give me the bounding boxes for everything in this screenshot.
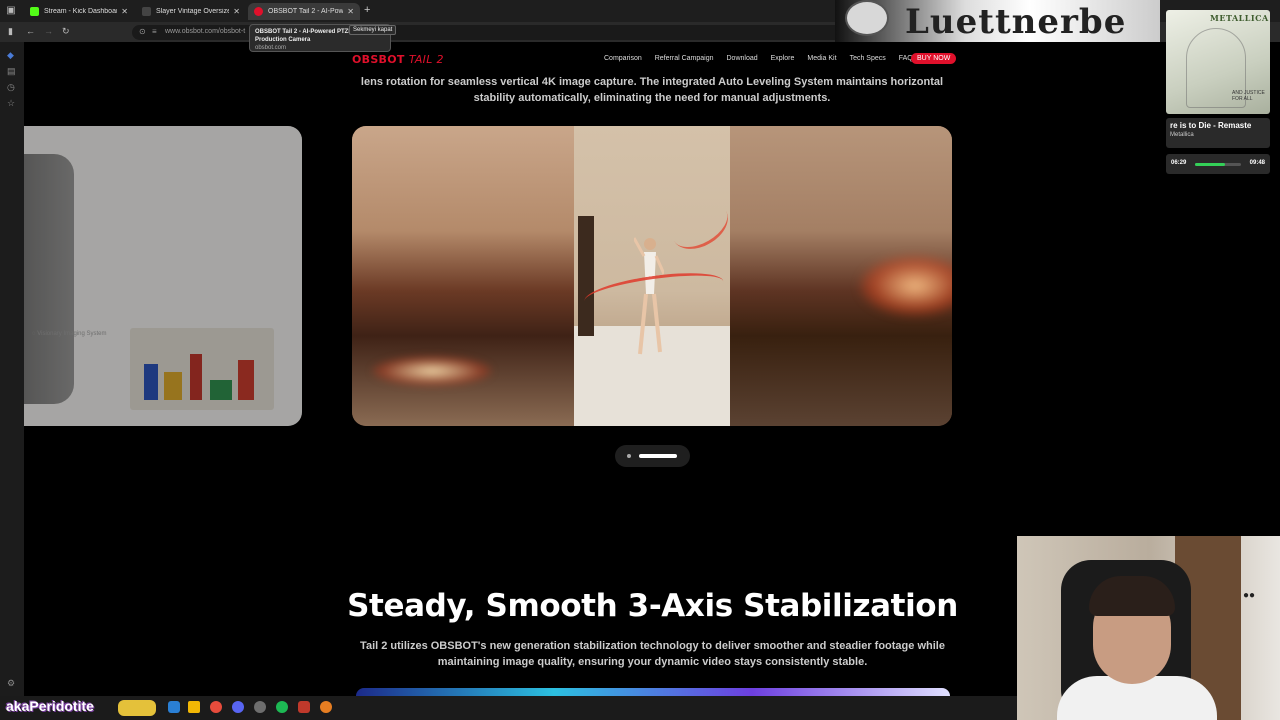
feature-intro-text: lens rotation for seamless vertical 4K i… bbox=[360, 76, 944, 104]
shop-favicon-icon bbox=[142, 7, 151, 16]
blurred-background-left bbox=[352, 126, 574, 426]
tab-slayer[interactable]: Slayer Vintage Oversize Siyah A ✕ bbox=[136, 3, 246, 20]
eyes-decoration-icon: ●● bbox=[1243, 590, 1256, 601]
favorites-icon[interactable]: ☆ bbox=[7, 98, 15, 109]
section-description: Tail 2 utilizes OBSBOT's new generation … bbox=[360, 640, 945, 668]
carousel-slide-active[interactable] bbox=[352, 126, 952, 426]
stream-banner-overlay: Luettnerbe bbox=[835, 0, 1160, 42]
inactive-overlay bbox=[24, 126, 302, 426]
artist-name: Metallica bbox=[1170, 132, 1194, 138]
history-icon[interactable]: ◷ bbox=[7, 82, 15, 93]
gear-icon[interactable]: ⚙ bbox=[7, 678, 15, 689]
sidebar-toggle-icon[interactable]: ▮ bbox=[8, 26, 13, 37]
firefox-icon[interactable] bbox=[320, 701, 332, 713]
buy-now-button[interactable]: BUY NOW bbox=[911, 53, 957, 64]
spotify-icon[interactable] bbox=[276, 701, 288, 713]
browser-sidebar: ◆ ▤ ◷ ☆ ⚙ bbox=[0, 42, 24, 696]
elapsed-time: 06:29 bbox=[1171, 160, 1187, 166]
obsbot-favicon-icon bbox=[254, 7, 263, 16]
obsbot-logo[interactable]: OBSBOT TAIL 2 bbox=[352, 53, 444, 66]
tab-title: OBSBOT Tail 2 - AI-Powered P bbox=[268, 8, 344, 15]
edge-icon[interactable] bbox=[168, 701, 180, 713]
webcam-feed: ●● bbox=[1017, 536, 1280, 720]
carousel-slide-previous[interactable]: ◌ Visionary Imaging System bbox=[24, 126, 302, 426]
nav-explore[interactable]: Explore bbox=[771, 55, 795, 62]
track-info: re is to Die - Remaste Metallica bbox=[1166, 118, 1270, 148]
tooltip-domain: obsbot.com bbox=[255, 45, 287, 51]
stabilization-video-preview[interactable] bbox=[356, 688, 950, 696]
nav-referral-campaign[interactable]: Referral Campaign bbox=[655, 55, 714, 62]
progress-fill bbox=[1195, 163, 1226, 166]
lock-icon[interactable]: ⊙ bbox=[139, 27, 146, 36]
streamer-username: akaPeridotite bbox=[6, 698, 94, 714]
close-icon[interactable]: ✕ bbox=[347, 7, 354, 16]
workspace-icon[interactable]: ◆ bbox=[7, 50, 14, 61]
album-foot: AND JUSTICE FOR ALL bbox=[1232, 90, 1265, 102]
tab-menu-icon[interactable]: ▣ bbox=[4, 4, 18, 18]
tab-title: Stream - Kick Dashboard bbox=[44, 8, 118, 15]
site-settings-icon[interactable]: ≡ bbox=[152, 27, 157, 36]
gothic-lettering: Luettnerbe bbox=[905, 2, 1127, 42]
duration-time: 09:48 bbox=[1249, 160, 1265, 166]
collections-icon[interactable]: ▤ bbox=[7, 66, 16, 77]
skull-logo-icon bbox=[845, 0, 889, 36]
tooltip-title-2: Production Camera bbox=[255, 37, 311, 43]
obs-icon[interactable] bbox=[254, 701, 266, 713]
new-tab-button[interactable]: + bbox=[364, 4, 370, 16]
nav-download[interactable]: Download bbox=[727, 55, 758, 62]
reload-icon[interactable]: ↻ bbox=[62, 26, 70, 37]
now-playing-widget: METALLICA AND JUSTICE FOR ALL re is to D… bbox=[1166, 10, 1270, 175]
section-title: Steady, Smooth 3-Axis Stabilization bbox=[347, 588, 958, 624]
nav-comparison[interactable]: Comparison bbox=[604, 55, 642, 62]
discord-icon[interactable] bbox=[232, 701, 244, 713]
nav-media-kit[interactable]: Media Kit bbox=[807, 55, 836, 62]
carousel-dot-active[interactable] bbox=[639, 454, 677, 458]
nav-tech-specs[interactable]: Tech Specs bbox=[850, 55, 886, 62]
url-text: www.obsbot.com/obsbot-t bbox=[165, 28, 246, 35]
album-cover: METALLICA AND JUSTICE FOR ALL bbox=[1166, 10, 1270, 114]
tab-obsbot[interactable]: OBSBOT Tail 2 - AI-Powered P ✕ bbox=[248, 3, 360, 20]
site-header: OBSBOT TAIL 2 Comparison Referral Campai… bbox=[24, 42, 1280, 72]
chrome-icon[interactable] bbox=[210, 701, 222, 713]
progress-track bbox=[1195, 163, 1241, 166]
carousel-dot[interactable] bbox=[627, 454, 631, 458]
site-nav: Comparison Referral Campaign Download Ex… bbox=[604, 55, 913, 62]
vertical-gymnast-image bbox=[574, 126, 736, 426]
emote-icon bbox=[118, 700, 156, 716]
logo-sub: TAIL 2 bbox=[408, 53, 444, 66]
song-title: re is to Die - Remaste bbox=[1170, 121, 1252, 130]
close-icon[interactable]: ✕ bbox=[233, 7, 240, 16]
track-progress: 06:29 09:48 bbox=[1166, 154, 1270, 174]
carousel-pagination[interactable] bbox=[615, 445, 690, 467]
tab-kick-dashboard[interactable]: Stream - Kick Dashboard ✕ bbox=[24, 3, 134, 20]
back-arrow-icon[interactable]: ← bbox=[26, 26, 35, 36]
album-band: METALLICA bbox=[1210, 13, 1269, 23]
files-icon[interactable] bbox=[188, 701, 200, 713]
tab-title: Slayer Vintage Oversize Siyah A bbox=[156, 8, 230, 15]
forward-arrow-icon[interactable]: → bbox=[44, 26, 53, 36]
close-tab-tooltip: Sekmeyi kapat bbox=[349, 25, 397, 35]
logo-main: OBSBOT bbox=[352, 53, 405, 66]
blurred-background-right bbox=[730, 126, 952, 426]
screen: ▣ Stream - Kick Dashboard ✕ Slayer Vinta… bbox=[0, 0, 1280, 720]
close-icon[interactable]: ✕ bbox=[121, 7, 128, 16]
app-icon[interactable] bbox=[298, 701, 310, 713]
kick-favicon-icon bbox=[30, 7, 39, 16]
